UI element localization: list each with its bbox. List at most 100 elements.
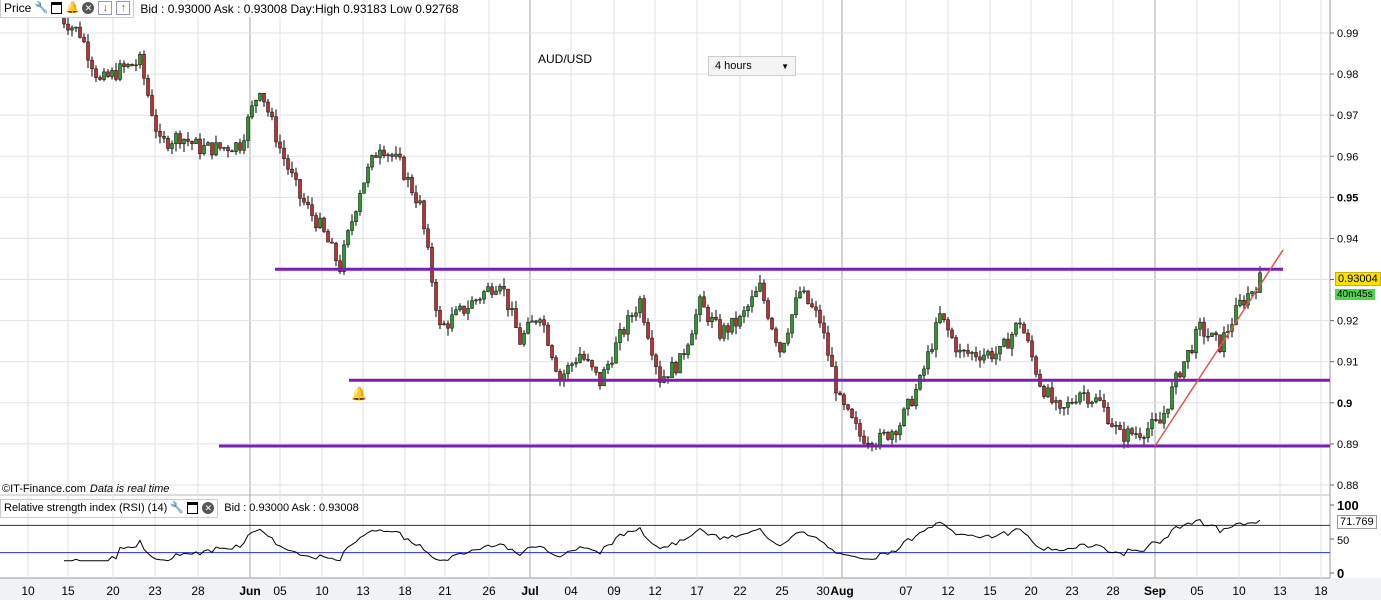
- candle-body: [818, 309, 822, 324]
- x-tick-label: 28: [1106, 584, 1120, 598]
- candle-body: [810, 303, 814, 308]
- candle-body: [678, 353, 682, 374]
- candle-body: [438, 310, 442, 326]
- candle-body: [858, 423, 862, 437]
- candle-body: [506, 288, 510, 310]
- candle-body: [906, 398, 910, 410]
- x-tick-label: 09: [607, 584, 621, 598]
- candle-body: [86, 41, 90, 61]
- candle-body: [650, 337, 654, 356]
- timeframe-select[interactable]: 4 hours ▼: [708, 56, 796, 76]
- sell-arrow-icon[interactable]: ↓: [98, 1, 113, 15]
- rsi-tick-label: 50: [1337, 535, 1349, 547]
- x-tick-label: 04: [564, 584, 578, 598]
- candle-body: [918, 375, 922, 390]
- candle-body: [630, 315, 634, 317]
- candle-body: [374, 155, 378, 158]
- candle-body: [486, 286, 490, 292]
- candle-body: [174, 133, 178, 144]
- candle-body: [1250, 291, 1254, 294]
- candle-body: [1094, 397, 1098, 403]
- candle-body: [694, 314, 698, 335]
- candle-body: [142, 54, 146, 79]
- x-tick-label: 10: [315, 584, 329, 598]
- candle-body: [1206, 335, 1210, 338]
- candle-body: [262, 93, 266, 103]
- candle-body: [1166, 408, 1170, 414]
- candle-body: [342, 244, 346, 272]
- candle-body: [70, 27, 74, 31]
- buy-arrow-icon[interactable]: ↑: [116, 1, 131, 15]
- candle-body: [610, 362, 614, 365]
- candle-body: [222, 147, 226, 149]
- wrench-icon[interactable]: 🔧: [170, 502, 184, 514]
- x-tick-label: 15: [61, 584, 75, 598]
- candle-body: [990, 351, 994, 360]
- candle-body: [330, 241, 334, 244]
- price-tick-label: 0.88: [1337, 480, 1358, 492]
- candle-body: [474, 299, 478, 302]
- x-tick-label: 20: [106, 584, 120, 598]
- candle-body: [882, 431, 886, 434]
- candle-body: [634, 312, 638, 317]
- candle-body: [994, 353, 998, 360]
- candle-body: [370, 155, 374, 168]
- candle-body: [1066, 402, 1070, 408]
- candle-body: [74, 26, 78, 29]
- candle-body: [298, 179, 302, 199]
- candle-body: [418, 200, 422, 204]
- candle-body: [546, 324, 550, 346]
- candle-body: [202, 145, 206, 154]
- candle-body: [1070, 402, 1074, 404]
- candle-body: [1034, 356, 1038, 375]
- candle-body: [66, 23, 70, 31]
- candle-body: [514, 308, 518, 328]
- candle-body: [386, 154, 390, 157]
- window-icon[interactable]: [51, 2, 63, 14]
- candle-body: [710, 316, 714, 323]
- candle-body: [258, 93, 262, 101]
- candle-body: [574, 362, 578, 365]
- candle-body: [146, 78, 150, 96]
- candle-body: [210, 142, 214, 156]
- candle-body: [446, 323, 450, 329]
- candle-body: [774, 328, 778, 343]
- price-tick-label: 0.94: [1337, 233, 1358, 245]
- candle-body: [478, 298, 482, 301]
- candle-body: [974, 352, 978, 358]
- candle-body: [1158, 419, 1162, 424]
- candle-body: [666, 376, 670, 378]
- rsi-tick-label: 0: [1337, 566, 1344, 581]
- x-tick-label: 07: [899, 584, 913, 598]
- candle-body: [350, 221, 354, 231]
- candle-body: [130, 63, 134, 67]
- candle-body: [1078, 392, 1082, 403]
- candle-body: [842, 394, 846, 405]
- candle-body: [78, 26, 82, 38]
- bell-icon[interactable]: 🔔: [66, 2, 80, 14]
- wrench-icon[interactable]: 🔧: [35, 2, 49, 14]
- candle-body: [942, 313, 946, 320]
- candle-body: [154, 115, 158, 132]
- candle-body: [758, 282, 762, 292]
- close-icon[interactable]: ✕: [202, 502, 215, 514]
- x-tick-label: 30: [816, 584, 830, 598]
- close-icon[interactable]: ✕: [82, 2, 95, 14]
- candle-body: [1086, 392, 1090, 404]
- candle-body: [746, 306, 750, 311]
- candle-body: [794, 297, 798, 315]
- candle-body: [434, 281, 438, 311]
- window-icon[interactable]: [187, 502, 199, 514]
- candle-body: [718, 319, 722, 339]
- candle-body: [998, 346, 1002, 355]
- alert-bell-icon: 🔔: [351, 386, 367, 401]
- candle-body: [310, 204, 314, 216]
- candle-body: [838, 392, 842, 396]
- candle-body: [570, 363, 574, 366]
- candle-body: [454, 309, 458, 316]
- candle-body: [914, 388, 918, 407]
- rsi-quote: Bid : 0.93000 Ask : 0.93008: [224, 502, 359, 514]
- candle-body: [822, 322, 826, 334]
- candle-body: [846, 404, 850, 410]
- x-tick-label: 17: [690, 584, 704, 598]
